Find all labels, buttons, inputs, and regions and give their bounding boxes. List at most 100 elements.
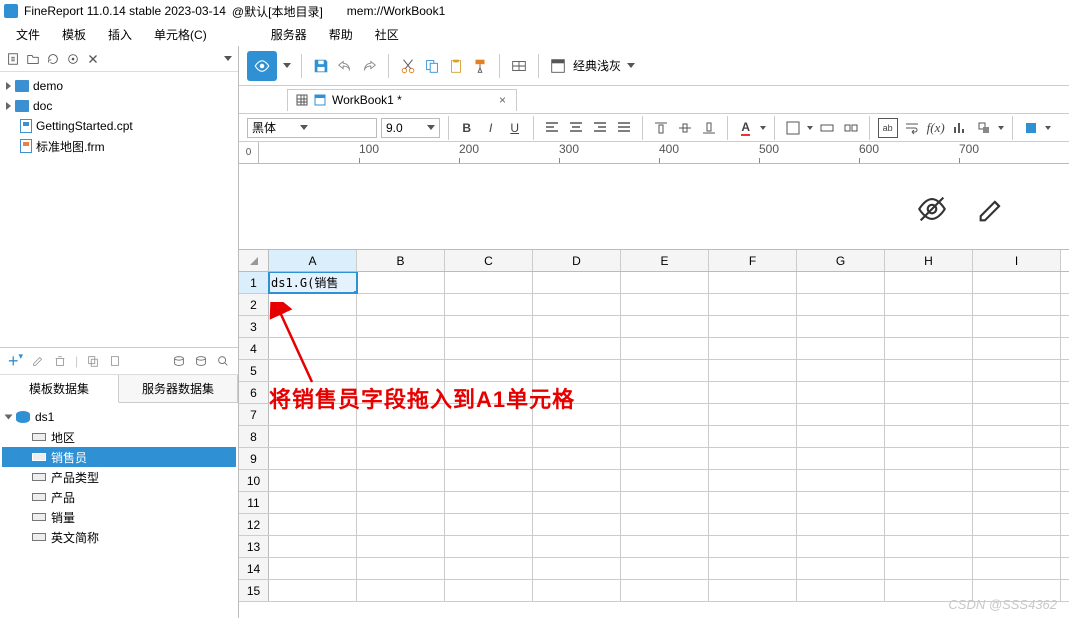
cell[interactable] — [357, 338, 445, 359]
cell[interactable] — [885, 360, 973, 381]
cell[interactable] — [621, 382, 709, 403]
row-header[interactable]: 11 — [239, 492, 269, 513]
row-header[interactable]: 5 — [239, 360, 269, 381]
font-family-select[interactable]: 黑体 — [247, 118, 377, 138]
menu-cell[interactable]: 单元格(C) — [154, 26, 207, 43]
cell[interactable] — [533, 536, 621, 557]
theme-icon[interactable] — [549, 57, 567, 75]
cell[interactable] — [709, 448, 797, 469]
tree-file[interactable]: GettingStarted.cpt — [2, 116, 236, 136]
undo-icon[interactable] — [336, 57, 354, 75]
unmerge-icon[interactable] — [841, 118, 861, 138]
cell[interactable] — [797, 338, 885, 359]
cell[interactable] — [445, 426, 533, 447]
paste-icon[interactable] — [108, 354, 122, 368]
cell[interactable] — [797, 426, 885, 447]
cell[interactable] — [621, 294, 709, 315]
cell[interactable] — [797, 360, 885, 381]
paste-icon[interactable] — [447, 57, 465, 75]
format-painter-icon[interactable] — [471, 57, 489, 75]
column-header[interactable]: C — [445, 250, 533, 271]
cell[interactable] — [621, 558, 709, 579]
cell[interactable] — [269, 514, 357, 535]
cell[interactable] — [709, 470, 797, 491]
align-left-icon[interactable] — [542, 118, 562, 138]
chart-icon[interactable] — [950, 118, 970, 138]
open-icon[interactable] — [26, 52, 40, 66]
tab-close-button[interactable]: × — [497, 93, 508, 107]
cell[interactable] — [973, 404, 1061, 425]
cell[interactable] — [621, 272, 709, 293]
edit-icon[interactable] — [31, 354, 45, 368]
dropdown-arrow-icon[interactable] — [807, 126, 813, 130]
cell[interactable] — [533, 558, 621, 579]
tab-server-ds[interactable]: 服务器数据集 — [119, 375, 238, 402]
cell[interactable] — [357, 514, 445, 535]
cell[interactable] — [797, 470, 885, 491]
copy-icon[interactable] — [86, 354, 100, 368]
cell[interactable] — [797, 272, 885, 293]
cell[interactable] — [533, 404, 621, 425]
cell[interactable] — [357, 272, 445, 293]
cell[interactable] — [445, 536, 533, 557]
dropdown-arrow-icon[interactable] — [998, 126, 1004, 130]
cell[interactable] — [357, 558, 445, 579]
row-header[interactable]: 8 — [239, 426, 269, 447]
ds-field[interactable]: 产品 — [2, 487, 236, 507]
dropdown-arrow-icon[interactable] — [1045, 126, 1051, 130]
cell[interactable] — [269, 558, 357, 579]
cell[interactable] — [885, 426, 973, 447]
cell[interactable] — [621, 580, 709, 601]
cell[interactable] — [445, 294, 533, 315]
db2-icon[interactable] — [194, 354, 208, 368]
formula-icon[interactable]: f(x) — [926, 118, 946, 138]
cell[interactable] — [973, 470, 1061, 491]
cell[interactable] — [445, 382, 533, 403]
column-header[interactable]: H — [885, 250, 973, 271]
cell[interactable] — [973, 492, 1061, 513]
align-right-icon[interactable] — [590, 118, 610, 138]
cell[interactable] — [973, 426, 1061, 447]
cell[interactable] — [797, 316, 885, 337]
row-header[interactable]: 7 — [239, 404, 269, 425]
document-tab[interactable]: WorkBook1 * × — [287, 89, 517, 111]
cut-icon[interactable] — [399, 57, 417, 75]
cell[interactable] — [885, 514, 973, 535]
cell[interactable] — [621, 470, 709, 491]
dropdown-arrow-icon[interactable] — [760, 126, 766, 130]
cell[interactable] — [797, 404, 885, 425]
cell[interactable] — [973, 514, 1061, 535]
cell[interactable] — [973, 448, 1061, 469]
cell[interactable] — [357, 382, 445, 403]
cell[interactable] — [885, 294, 973, 315]
dropdown-arrow-icon[interactable] — [283, 63, 291, 68]
cell[interactable] — [885, 272, 973, 293]
cell[interactable] — [445, 558, 533, 579]
copy-icon[interactable] — [423, 57, 441, 75]
tree-folder[interactable]: demo — [2, 76, 236, 96]
cell[interactable] — [445, 316, 533, 337]
preview-button[interactable] — [247, 51, 277, 81]
new-file-icon[interactable] — [6, 52, 20, 66]
column-header[interactable]: E — [621, 250, 709, 271]
cell[interactable] — [445, 492, 533, 513]
delete-icon[interactable] — [53, 354, 67, 368]
menu-template[interactable]: 模板 — [62, 26, 86, 43]
valign-bottom-icon[interactable] — [699, 118, 719, 138]
cell[interactable] — [709, 272, 797, 293]
row-header[interactable]: 15 — [239, 580, 269, 601]
align-justify-icon[interactable] — [614, 118, 634, 138]
cell[interactable] — [797, 514, 885, 535]
cell[interactable] — [269, 580, 357, 601]
cell[interactable] — [709, 294, 797, 315]
refresh-icon[interactable] — [46, 52, 60, 66]
cell[interactable] — [357, 492, 445, 513]
valign-top-icon[interactable] — [651, 118, 671, 138]
cell[interactable] — [709, 580, 797, 601]
column-header[interactable]: F — [709, 250, 797, 271]
cell[interactable] — [885, 338, 973, 359]
cell[interactable] — [885, 382, 973, 403]
add-dataset-button[interactable]: +▾ — [8, 351, 23, 372]
cell[interactable] — [357, 294, 445, 315]
cell[interactable] — [709, 404, 797, 425]
